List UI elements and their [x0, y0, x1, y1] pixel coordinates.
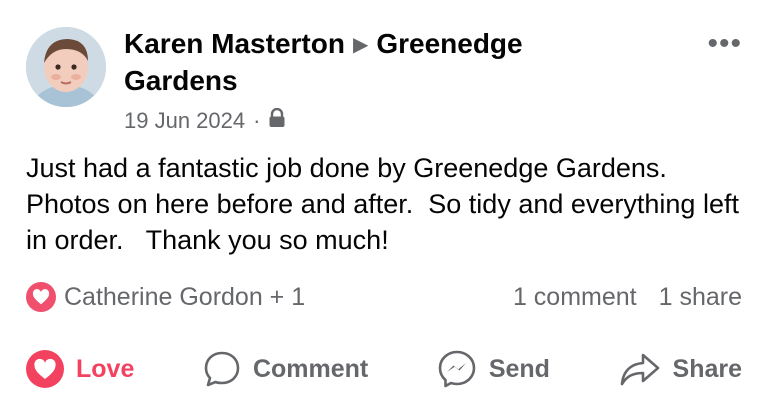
engagement-counts: 1 comment 1 share — [513, 283, 742, 312]
post-text: Just had a fantastic job done by Greened… — [26, 153, 747, 255]
heart-icon — [26, 350, 64, 388]
comment-icon — [203, 350, 241, 388]
share-button[interactable]: Share — [619, 350, 742, 388]
lock-icon — [268, 107, 286, 134]
send-label: Send — [488, 354, 550, 383]
post-meta: 19 Jun 2024 · — [124, 107, 286, 134]
reactions-left[interactable]: Catherine Gordon + 1 — [26, 282, 305, 312]
reactions-summary: Catherine Gordon + 1 1 comment 1 share — [26, 279, 742, 315]
avatar[interactable] — [26, 27, 106, 107]
post-actions: Love Comment Send Share — [26, 346, 742, 392]
arrow-right-icon: ▶ — [352, 34, 369, 56]
share-count[interactable]: 1 share — [659, 283, 742, 312]
reaction-names: Catherine Gordon + 1 — [64, 282, 306, 311]
meta-separator: · — [253, 108, 261, 133]
author-name[interactable]: Karen Masterton — [124, 28, 345, 59]
love-label: Love — [76, 354, 135, 383]
heart-icon — [26, 282, 56, 312]
ellipsis-icon: ••• — [707, 27, 742, 60]
love-button[interactable]: Love — [26, 350, 134, 388]
comment-count[interactable]: 1 comment — [513, 283, 637, 312]
post-header-title: Karen Masterton ▶ Greenedge Gardens — [124, 26, 604, 99]
more-options-button[interactable]: ••• — [707, 29, 742, 59]
send-button[interactable]: Send — [437, 349, 550, 389]
messenger-icon — [437, 349, 477, 389]
post-date[interactable]: 19 Jun 2024 — [124, 108, 245, 134]
facebook-post: Karen Masterton ▶ Greenedge Gardens ••• 19… — [0, 0, 768, 411]
share-icon — [619, 350, 661, 388]
avatar-image — [26, 27, 106, 107]
share-label: Share — [672, 354, 742, 383]
comment-button[interactable]: Comment — [203, 350, 368, 388]
comment-label: Comment — [252, 354, 369, 383]
